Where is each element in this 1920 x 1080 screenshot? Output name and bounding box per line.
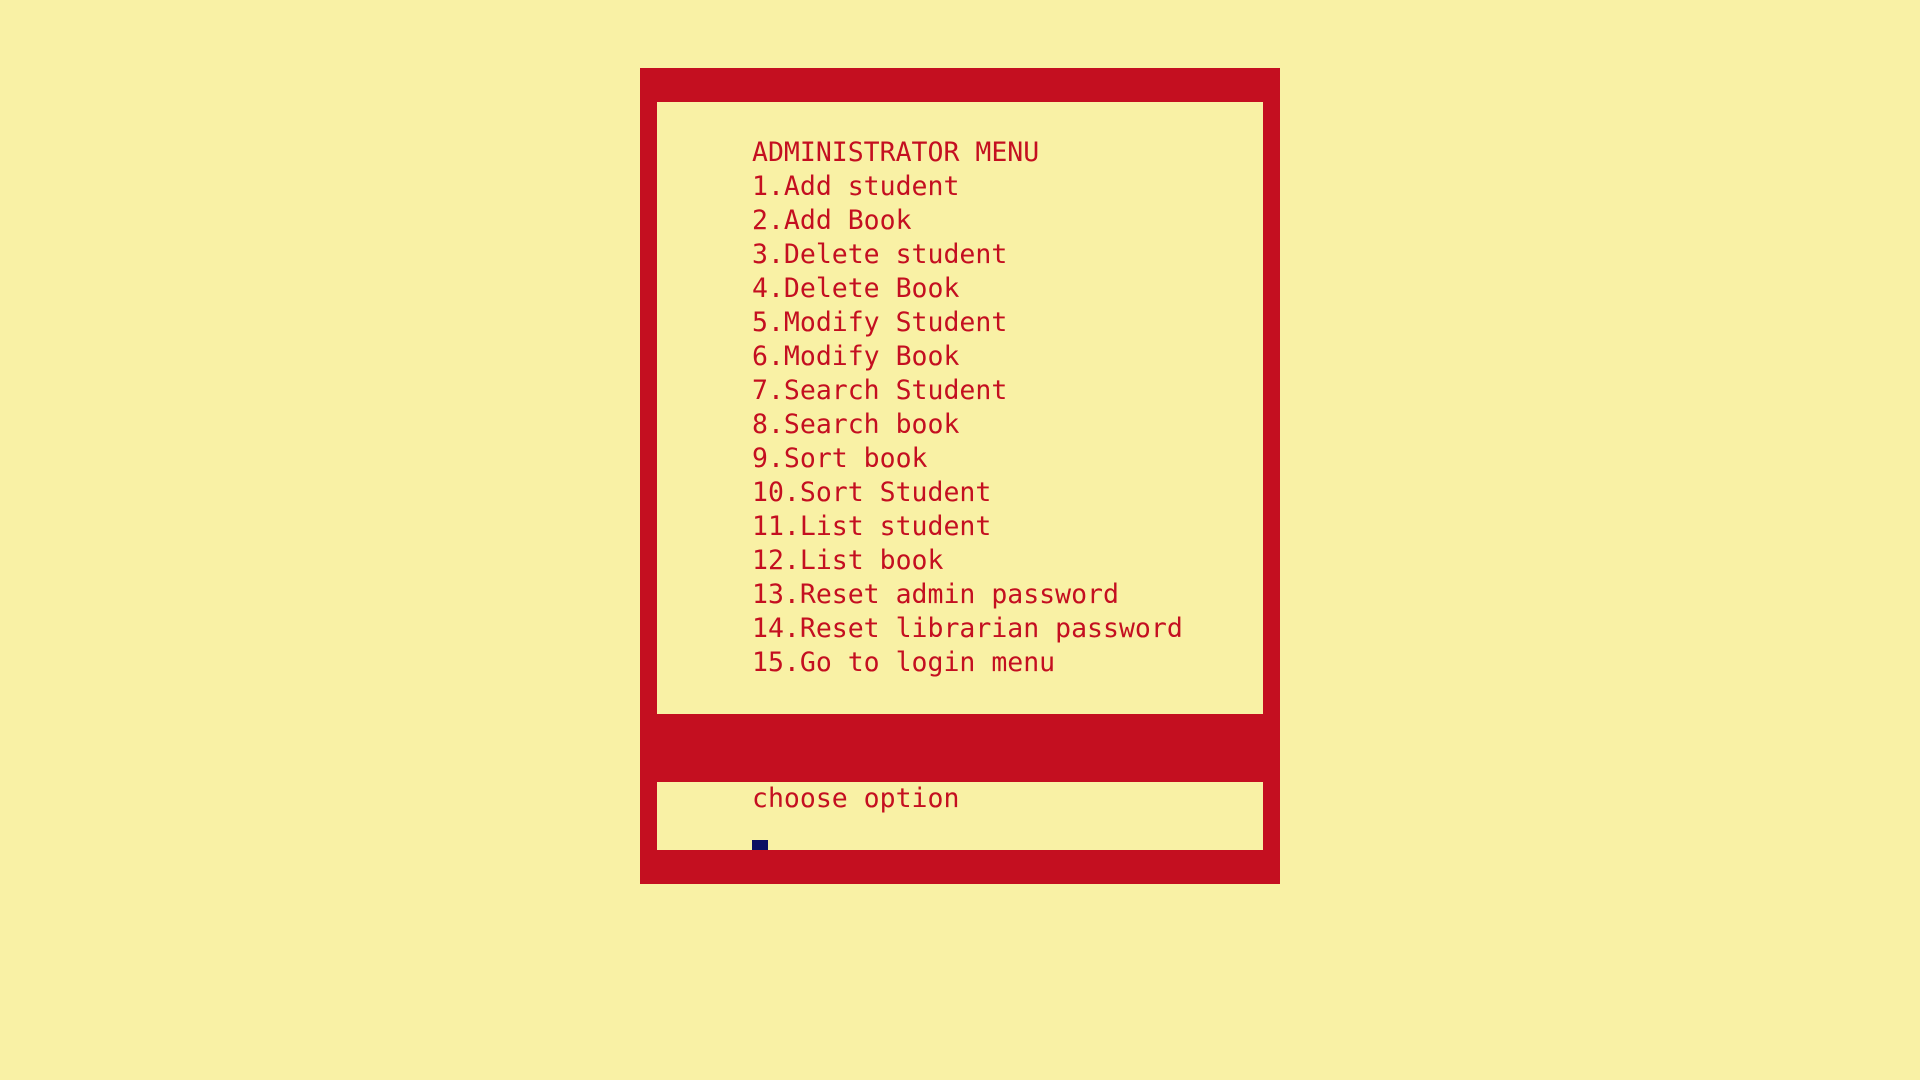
menu-item-modify-student: 5.Modify Student: [752, 307, 1008, 338]
menu-item-search-student: 7.Search Student: [752, 375, 1008, 406]
menu-item-add-book: 2.Add Book: [752, 205, 912, 236]
prompt-label: choose option: [752, 783, 960, 814]
menu-item-list-book: 12.List book: [752, 545, 944, 576]
menu-item-modify-book: 6.Modify Book: [752, 341, 960, 372]
menu-panel: ADMINISTRATOR MENU 1.Add student 2.Add B…: [657, 102, 1263, 714]
prompt-panel[interactable]: choose option: [657, 782, 1263, 850]
menu-item-go-to-login-menu: 15.Go to login menu: [752, 647, 1056, 678]
menu-item-delete-student: 3.Delete student: [752, 239, 1008, 270]
menu-item-reset-admin-password: 13.Reset admin password: [752, 579, 1119, 610]
menu-item-reset-librarian-password: 14.Reset librarian password: [752, 613, 1183, 644]
menu-item-list-student: 11.List student: [752, 511, 992, 542]
text-cursor[interactable]: [752, 840, 768, 850]
menu-item-delete-book: 4.Delete Book: [752, 273, 960, 304]
menu-title: ADMINISTRATOR MENU: [752, 137, 1040, 168]
menu-item-sort-student: 10.Sort Student: [752, 477, 992, 508]
console-screen: ADMINISTRATOR MENU 1.Add student 2.Add B…: [0, 0, 1920, 1080]
menu-item-search-book: 8.Search book: [752, 409, 960, 440]
console-frame: ADMINISTRATOR MENU 1.Add student 2.Add B…: [640, 68, 1280, 884]
admin-menu: ADMINISTRATOR MENU 1.Add student 2.Add B…: [752, 136, 1183, 680]
menu-item-sort-book: 9.Sort book: [752, 443, 928, 474]
menu-item-add-student: 1.Add student: [752, 171, 960, 202]
